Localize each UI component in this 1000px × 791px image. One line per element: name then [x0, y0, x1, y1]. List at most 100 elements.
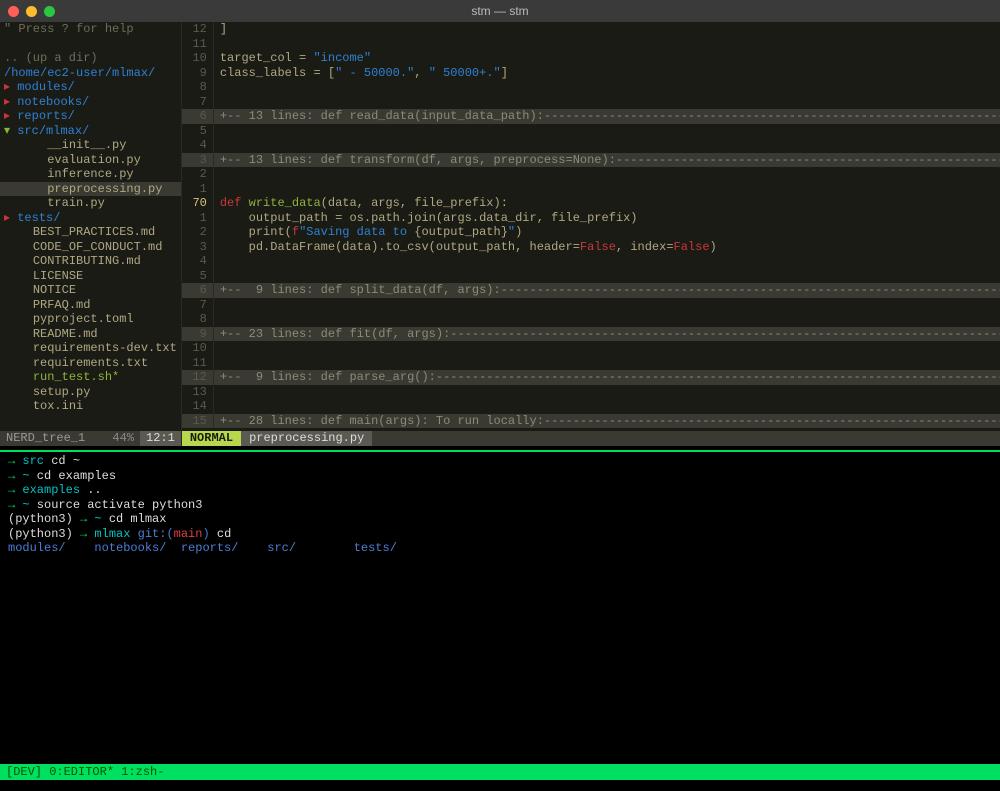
line-number: 10 [182, 341, 214, 356]
terminal-line: → ~ source activate python3 [8, 498, 992, 513]
vim-workspace: " Press ? for help .. (up a dir) /home/e… [0, 22, 1000, 446]
editor-statusline: NORMAL preprocessing.py [182, 431, 1000, 446]
tree-file[interactable]: README.md [0, 327, 181, 342]
code-line[interactable]: 12] [182, 22, 1000, 37]
tree-file[interactable]: evaluation.py [0, 153, 181, 168]
tree-file[interactable]: __init__.py [0, 138, 181, 153]
code-line[interactable]: 13 [182, 385, 1000, 400]
help-hint: " Press ? for help [0, 22, 181, 37]
tree-file[interactable]: requirements-dev.txt [0, 341, 181, 356]
up-dir[interactable]: .. (up a dir) [0, 51, 181, 66]
code-line[interactable]: 4 [182, 254, 1000, 269]
line-number: 13 [182, 385, 214, 400]
code-line[interactable]: 10 [182, 341, 1000, 356]
line-number: 70 [182, 196, 214, 211]
terminal-line: → ~ cd examples [8, 469, 992, 484]
code-line[interactable]: 8 [182, 80, 1000, 95]
tree-file[interactable]: CONTRIBUTING.md [0, 254, 181, 269]
line-number: 9 [182, 327, 214, 342]
tmux-statusbar[interactable]: [DEV] 0:EDITOR* 1:zsh- [0, 764, 1000, 780]
fold-line[interactable]: 6+-- 9 lines: def split_data(df, args):-… [182, 283, 1000, 298]
code-line[interactable]: 2 [182, 167, 1000, 182]
line-number: 15 [182, 414, 214, 429]
line-number: 6 [182, 109, 214, 124]
tree-folder[interactable]: ▸ modules/ [0, 80, 181, 95]
close-icon[interactable] [8, 6, 19, 17]
fold-line[interactable]: 9+-- 23 lines: def fit(df, args):-------… [182, 327, 1000, 342]
line-number: 2 [182, 167, 214, 182]
code-line[interactable]: 10target_col = "income" [182, 51, 1000, 66]
code-line[interactable]: 5 [182, 124, 1000, 139]
tree-file[interactable]: BEST_PRACTICES.md [0, 225, 181, 240]
editor-panel[interactable]: 12]1110target_col = "income"9class_label… [182, 22, 1000, 446]
code-line[interactable]: 3 pd.DataFrame(data).to_csv(output_path,… [182, 240, 1000, 255]
line-number: 12 [182, 22, 214, 37]
minimize-icon[interactable] [26, 6, 37, 17]
code-line[interactable]: 7 [182, 298, 1000, 313]
code-line[interactable]: 8 [182, 312, 1000, 327]
scroll-percent: 44% [106, 431, 140, 446]
tree-file[interactable]: train.py [0, 196, 181, 211]
terminal-panel[interactable]: → src cd ~→ ~ cd examples→ examples ..→ … [0, 452, 1000, 764]
code-line[interactable]: 4 [182, 138, 1000, 153]
fold-line[interactable]: 12+-- 9 lines: def parse_arg():---------… [182, 370, 1000, 385]
filename: preprocessing.py [241, 431, 372, 446]
zoom-icon[interactable] [44, 6, 55, 17]
tree-file[interactable]: CODE_OF_CONDUCT.md [0, 240, 181, 255]
code-line[interactable]: 5 [182, 269, 1000, 284]
line-number: 2 [182, 225, 214, 240]
terminal-line: → src cd ~ [8, 454, 992, 469]
nerdtree-panel[interactable]: " Press ? for help .. (up a dir) /home/e… [0, 22, 182, 446]
line-number: 9 [182, 66, 214, 81]
code-line[interactable]: 2 print(f"Saving data to {output_path}") [182, 225, 1000, 240]
line-number: 1 [182, 211, 214, 226]
line-number: 8 [182, 312, 214, 327]
line-number: 7 [182, 298, 214, 313]
tree-file[interactable]: setup.py [0, 385, 181, 400]
line-number: 5 [182, 269, 214, 284]
terminal-line: (python3) → mlmax git:(main) cd [8, 527, 992, 542]
code-line[interactable]: 11 [182, 37, 1000, 52]
fold-line[interactable]: 6+-- 13 lines: def read_data(input_data_… [182, 109, 1000, 124]
tree-folder[interactable]: ▸ reports/ [0, 109, 181, 124]
tree-file[interactable]: pyproject.toml [0, 312, 181, 327]
code-line[interactable]: 9class_labels = [" - 50000.", " 50000+."… [182, 66, 1000, 81]
terminal-line: modules/ notebooks/ reports/ src/ tests/ [8, 541, 992, 556]
line-number: 8 [182, 80, 214, 95]
tree-file[interactable]: run_test.sh* [0, 370, 181, 385]
line-number: 11 [182, 356, 214, 371]
tree-folder[interactable]: ▸ tests/ [0, 211, 181, 226]
code-line[interactable]: 70def write_data(data, args, file_prefix… [182, 196, 1000, 211]
fold-line[interactable]: 15+-- 28 lines: def main(args): To run l… [182, 414, 1000, 429]
window-controls [8, 6, 55, 17]
tree-file[interactable]: LICENSE [0, 269, 181, 284]
line-number: 11 [182, 37, 214, 52]
cwd-path[interactable]: /home/ec2-user/mlmax/ [0, 66, 181, 81]
tree-file[interactable]: preprocessing.py [0, 182, 181, 197]
line-number: 1 [182, 182, 214, 197]
tree-file[interactable]: inference.py [0, 167, 181, 182]
code-line[interactable]: 1 [182, 182, 1000, 197]
line-number: 12 [182, 370, 214, 385]
tree-file[interactable]: NOTICE [0, 283, 181, 298]
code-line[interactable]: 1 output_path = os.path.join(args.data_d… [182, 211, 1000, 226]
terminal-line: (python3) → ~ cd mlmax [8, 512, 992, 527]
line-number: 14 [182, 399, 214, 414]
tree-file[interactable]: PRFAQ.md [0, 298, 181, 313]
line-number: 6 [182, 283, 214, 298]
line-number: 7 [182, 95, 214, 110]
tmux-status-text: [DEV] 0:EDITOR* 1:zsh- [6, 765, 164, 780]
line-number: 3 [182, 240, 214, 255]
fold-line[interactable]: 3+-- 13 lines: def transform(df, args, p… [182, 153, 1000, 168]
code-line[interactable]: 7 [182, 95, 1000, 110]
line-number: 4 [182, 138, 214, 153]
tree-folder[interactable]: ▾ src/mlmax/ [0, 124, 181, 139]
tree-folder[interactable]: ▸ notebooks/ [0, 95, 181, 110]
window-title: stm — stm [0, 4, 1000, 19]
line-number: 3 [182, 153, 214, 168]
code-line[interactable]: 14 [182, 399, 1000, 414]
code-line[interactable]: 11 [182, 356, 1000, 371]
tree-file[interactable]: requirements.txt [0, 356, 181, 371]
tree-file[interactable]: tox.ini [0, 399, 181, 414]
line-number: 4 [182, 254, 214, 269]
